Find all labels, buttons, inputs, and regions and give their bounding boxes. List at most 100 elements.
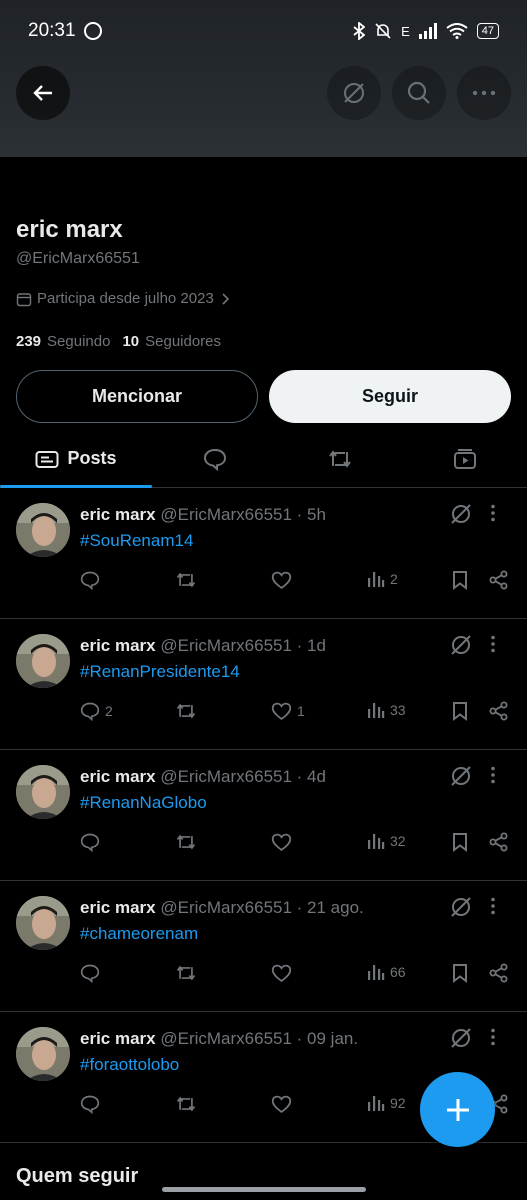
grok-explain-button[interactable] (449, 1026, 473, 1055)
followers-count[interactable]: 10 (122, 333, 139, 350)
post-hashtag[interactable]: #RenanNaGlobo (80, 793, 207, 813)
share-button[interactable] (489, 963, 509, 983)
reply-button[interactable] (80, 570, 105, 590)
post-item[interactable]: eric marx @EricMarx66551 · 4d #RenanNaGlo… (0, 750, 527, 881)
post-actions: 2 (0, 570, 527, 594)
post-author-name[interactable]: eric marx (80, 767, 156, 786)
post-item[interactable]: eric marx @EricMarx66551 · 1d #RenanPresi… (0, 619, 527, 750)
like-button[interactable] (271, 963, 297, 983)
grok-icon (451, 897, 471, 917)
bookmark-icon (453, 571, 467, 590)
views-button[interactable]: 2 (367, 570, 398, 588)
avatar[interactable] (16, 634, 70, 688)
post-actions: 32 (0, 832, 527, 856)
more-vertical-icon (491, 1028, 495, 1046)
views-icon (368, 1096, 385, 1111)
post-hashtag[interactable]: #chameorenam (80, 924, 198, 944)
post-more-button[interactable] (490, 635, 496, 658)
grok-button[interactable] (327, 66, 381, 120)
share-button[interactable] (489, 832, 509, 852)
mention-button[interactable]: Mencionar (16, 370, 258, 423)
bookmark-button[interactable] (451, 832, 469, 852)
back-button[interactable] (16, 66, 70, 120)
post-author-name[interactable]: eric marx (80, 1029, 156, 1048)
view-count: 32 (390, 833, 406, 849)
repost-icon (176, 572, 196, 588)
views-icon (368, 965, 385, 980)
heart-icon (271, 702, 292, 720)
like-button[interactable] (271, 832, 297, 852)
post-header: eric marx @EricMarx66551 · 4d (80, 767, 326, 787)
views-button[interactable]: 66 (367, 963, 406, 981)
repost-icon (176, 1096, 196, 1112)
post-header: eric marx @EricMarx66551 · 21 ago. (80, 898, 364, 918)
like-button[interactable] (271, 1094, 297, 1114)
avatar[interactable] (16, 765, 70, 819)
share-icon (489, 832, 508, 852)
more-vertical-icon (491, 766, 495, 784)
reply-button[interactable] (80, 963, 105, 983)
grok-explain-button[interactable] (449, 502, 473, 531)
post-more-button[interactable] (490, 766, 496, 789)
post-more-button[interactable] (490, 504, 496, 527)
post-hashtag[interactable]: #SouRenam14 (80, 531, 193, 551)
repost-button[interactable] (175, 832, 197, 852)
share-button[interactable] (489, 701, 509, 721)
bookmark-button[interactable] (451, 963, 469, 983)
post-header: eric marx @EricMarx66551 · 09 jan. (80, 1029, 358, 1049)
follow-button[interactable]: Seguir (269, 370, 511, 423)
joined-date[interactable]: Participa desde julho 2023 (16, 290, 231, 307)
views-button[interactable]: 32 (367, 832, 406, 850)
post-hashtag[interactable]: #foraottolobo (80, 1055, 179, 1075)
more-options-button[interactable] (457, 66, 511, 120)
reply-button[interactable] (80, 832, 105, 852)
repost-button[interactable] (175, 1094, 197, 1114)
post-item[interactable]: eric marx @EricMarx66551 · 5h #SouRenam14… (0, 488, 527, 619)
tab-posts[interactable]: Posts (0, 430, 152, 487)
repost-button[interactable] (175, 701, 197, 721)
search-button[interactable] (392, 66, 446, 120)
avatar[interactable] (16, 896, 70, 950)
like-count: 1 (297, 703, 305, 719)
post-more-button[interactable] (490, 897, 496, 920)
reply-button[interactable] (80, 1094, 105, 1114)
tab-media[interactable] (402, 430, 527, 487)
followers-label[interactable]: Seguidores (145, 333, 221, 350)
avatar[interactable] (16, 1027, 70, 1081)
post-more-button[interactable] (490, 1028, 496, 1051)
views-icon (368, 703, 385, 718)
repost-icon (176, 965, 196, 981)
avatar[interactable] (16, 503, 70, 557)
repost-button[interactable] (175, 963, 197, 983)
grok-explain-button[interactable] (449, 764, 473, 793)
compose-post-button[interactable] (420, 1072, 495, 1147)
post-meta: @EricMarx66551 · 21 ago. (160, 898, 364, 917)
repost-button[interactable] (175, 570, 197, 590)
video-icon (453, 448, 476, 469)
grok-explain-button[interactable] (449, 895, 473, 924)
tab-reposts[interactable] (277, 430, 402, 487)
following-count[interactable]: 239 (16, 333, 41, 350)
bookmark-button[interactable] (451, 701, 469, 721)
bookmark-button[interactable] (451, 570, 469, 590)
post-actions: 2 1 33 (0, 701, 527, 725)
views-button[interactable]: 33 (367, 701, 406, 719)
post-hashtag[interactable]: #RenanPresidente14 (80, 662, 240, 682)
post-author-name[interactable]: eric marx (80, 636, 156, 655)
reply-icon (203, 448, 226, 471)
post-author-name[interactable]: eric marx (80, 898, 156, 917)
reply-button[interactable]: 2 (80, 701, 113, 721)
grok-icon (451, 766, 471, 786)
grok-explain-button[interactable] (449, 633, 473, 662)
post-author-name[interactable]: eric marx (80, 505, 156, 524)
who-to-follow-heading: Quem seguir (16, 1165, 139, 1187)
like-button[interactable]: 1 (271, 701, 305, 721)
share-button[interactable] (489, 570, 509, 590)
like-button[interactable] (271, 570, 297, 590)
grok-icon (451, 635, 471, 655)
post-item[interactable]: eric marx @EricMarx66551 · 21 ago. #chame… (0, 881, 527, 1012)
reply-icon (80, 702, 100, 721)
views-button[interactable]: 92 (367, 1094, 406, 1112)
following-label[interactable]: Seguindo (47, 333, 110, 350)
tab-replies[interactable] (152, 430, 277, 487)
